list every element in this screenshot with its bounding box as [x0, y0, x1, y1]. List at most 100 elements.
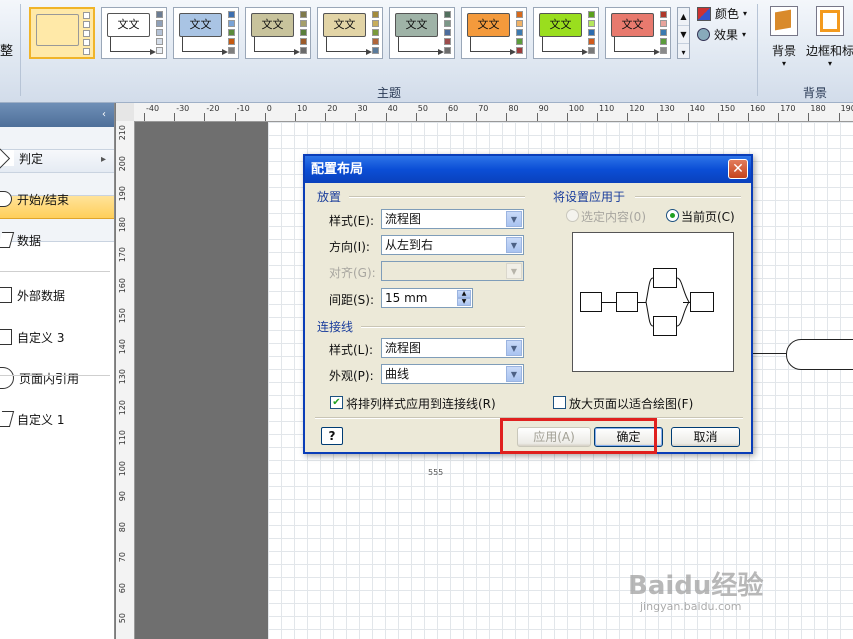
gallery-more-icon[interactable]: ▾: [678, 44, 689, 61]
ruler-tick: [355, 113, 357, 121]
ruler-tick: [808, 113, 810, 121]
ruler-tick: [536, 113, 538, 121]
spacing-spinner[interactable]: ▲ ▼: [457, 290, 471, 306]
theme-orange[interactable]: 文文: [461, 7, 527, 59]
swatch: [660, 11, 667, 18]
chevron-down-icon[interactable]: ▼: [506, 340, 522, 356]
theme-white[interactable]: 文文: [101, 7, 167, 59]
ruler-label: 50: [417, 104, 428, 113]
terminator-shape[interactable]: [786, 339, 853, 370]
shape-item[interactable]: 外部数据: [0, 284, 65, 306]
spin-down-icon[interactable]: ▼: [457, 298, 471, 306]
colors-label: 颜色: [715, 7, 740, 21]
swatch: [444, 11, 451, 18]
theme-green[interactable]: 文文: [533, 7, 599, 59]
apply-routing-checkbox[interactable]: ✔: [330, 396, 343, 409]
theme-tan[interactable]: 文文: [317, 7, 383, 59]
spacing-input[interactable]: 15 mm ▲ ▼: [381, 288, 473, 308]
swatch: [228, 11, 235, 18]
expand-arrow-icon[interactable]: ▸: [101, 154, 106, 165]
swatch: [516, 38, 523, 45]
ribbon-separator: [20, 4, 21, 96]
shape-item[interactable]: 自定义 3: [0, 326, 64, 348]
apply-to-section-title: 将设置应用于: [553, 190, 626, 204]
swatch: [83, 21, 90, 28]
horizontal-ruler: -40 -30 -20 -10 0 10 20 30 40 50 60 70 80 90 100 110 120…: [134, 103, 853, 122]
shape-item[interactable]: 判定: [0, 147, 43, 169]
annotation-highlight-box: [500, 418, 657, 454]
ruler-corner: [116, 103, 135, 122]
close-icon[interactable]: ✕: [728, 159, 748, 179]
ruler-tick: [325, 113, 327, 121]
direction-select[interactable]: 从左到右 ▼: [381, 235, 524, 255]
effects-button[interactable]: 效果 ▾: [697, 26, 746, 43]
colors-button[interactable]: 颜色 ▾: [697, 5, 747, 22]
swatch: [372, 20, 379, 27]
shape-item[interactable]: 页面内引用: [0, 367, 79, 389]
configure-layout-dialog: 配置布局 ✕ 放置 样式(E): 流程图 ▼ 方向(I): 从左到右 ▼ 对齐(…: [303, 154, 753, 454]
theme-gallery-scroll[interactable]: ▲ ▼ ▾: [677, 7, 690, 59]
background-button[interactable]: 背景 ▾: [761, 6, 807, 68]
swatch: [444, 29, 451, 36]
theme-blank[interactable]: [29, 7, 95, 59]
swatch: [516, 47, 523, 54]
ruler-tick: [415, 113, 417, 121]
border-title-button[interactable]: 边框和标 ▾: [805, 6, 853, 68]
theme-blue[interactable]: 文文: [173, 7, 239, 59]
chevron-down-icon[interactable]: ▼: [506, 366, 522, 382]
theme-grey-green[interactable]: 文文: [389, 7, 455, 59]
shape-item[interactable]: 自定义 1: [0, 408, 64, 430]
theme-olive[interactable]: 文文: [245, 7, 311, 59]
layout-preview: [572, 232, 734, 372]
scroll-down-icon[interactable]: ▼: [678, 26, 689, 44]
ruler-label: 160: [750, 104, 766, 113]
spin-up-icon[interactable]: ▲: [457, 290, 471, 298]
ruler-label: 50: [118, 613, 127, 624]
theme-red[interactable]: 文文: [605, 7, 671, 59]
theme-connector-icon: [110, 37, 156, 55]
connector-line[interactable]: [752, 353, 786, 354]
enlarge-page-checkbox[interactable]: [553, 396, 566, 409]
current-page-radio[interactable]: [666, 209, 679, 222]
shape-item-label: 自定义 3: [17, 330, 65, 345]
swatch: [660, 38, 667, 45]
help-icon[interactable]: ?: [321, 427, 343, 445]
shape-item[interactable]: 数据: [0, 229, 41, 251]
section-divider: [635, 196, 741, 198]
swatch: [156, 20, 163, 27]
chevron-down-icon[interactable]: ▼: [506, 211, 522, 227]
para-shape-icon: [0, 232, 15, 248]
scroll-up-icon[interactable]: ▲: [678, 8, 689, 26]
ruler-label: -40: [146, 104, 160, 113]
ruler-label: 110: [599, 104, 615, 113]
panel-divider: [0, 271, 110, 272]
swatch: [300, 47, 307, 54]
appearance-select[interactable]: 曲线 ▼: [381, 364, 524, 384]
swatch: [444, 47, 451, 54]
placement-style-select[interactable]: 流程图 ▼: [381, 209, 524, 229]
ruler-label: 150: [118, 308, 127, 324]
effects-icon: [697, 28, 710, 41]
ruler-label: 0: [266, 104, 272, 113]
ruler-label: 200: [118, 155, 127, 171]
chevron-down-icon[interactable]: ▼: [506, 237, 522, 253]
ruler-label: 40: [387, 104, 398, 113]
swatch: [588, 29, 595, 36]
pill-shape-icon: [0, 191, 12, 207]
shape-item[interactable]: 开始/结束: [0, 188, 69, 210]
connector-style-select[interactable]: 流程图 ▼: [381, 338, 524, 358]
theme-swatches: [83, 12, 90, 57]
shape-item-label: 数据: [17, 233, 42, 248]
swatch: [300, 29, 307, 36]
background-button-label: 背景: [771, 44, 796, 58]
cancel-button[interactable]: 取消: [671, 427, 740, 447]
swatch: [516, 29, 523, 36]
ribbon-left-fragment: 整: [0, 44, 14, 59]
collapse-icon[interactable]: ‹: [102, 109, 106, 120]
ruler-tick: [385, 113, 387, 121]
selection-label: 选定内容(0): [581, 210, 646, 224]
chevron-down-icon: ▾: [743, 9, 748, 18]
border-title-label: 边框和标: [805, 44, 853, 58]
dialog-titlebar[interactable]: 配置布局 ✕: [305, 156, 751, 183]
ruler-label: 180: [810, 104, 826, 113]
